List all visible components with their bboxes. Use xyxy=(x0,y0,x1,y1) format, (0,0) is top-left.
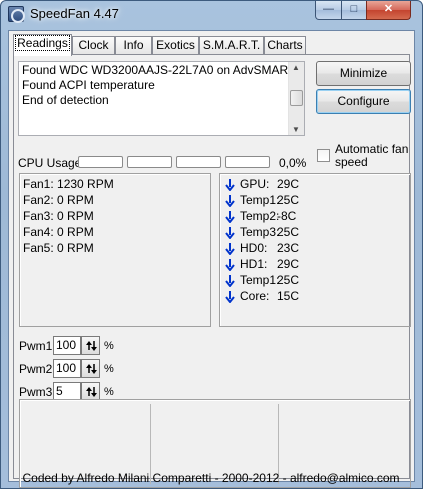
readings-page: Found WDC WD3200AAJS-22L7A0 on AdvSMART … xyxy=(13,54,411,488)
title-bar[interactable]: SpeedFan 4.47 — □ ✕ xyxy=(1,1,422,27)
log-line: Found WDC WD3200AAJS-22L7A0 on AdvSMART xyxy=(22,63,296,77)
pwm1-label: Pwm1: xyxy=(19,339,56,353)
speedfan-window: SpeedFan 4.47 — □ ✕ Readings Clock Info … xyxy=(0,0,423,489)
window-title: SpeedFan 4.47 xyxy=(30,6,119,21)
temperature-value: 15C xyxy=(277,289,300,303)
temperature-reading: Temp2: -8C xyxy=(225,209,405,225)
fan-reading: Fan5: 0 RPM xyxy=(23,241,94,255)
tab-smart[interactable]: S.M.A.R.T. xyxy=(199,36,264,55)
automatic-fan-speed-checkbox[interactable] xyxy=(317,149,330,162)
spin-arrows-icon xyxy=(86,341,97,351)
status-bar: Coded by Alfredo Milani Comparetti - 200… xyxy=(22,471,400,485)
scroll-thumb[interactable] xyxy=(290,90,303,106)
tab-exotics[interactable]: Exotics xyxy=(152,36,199,55)
scroll-up-icon[interactable]: ▲ xyxy=(292,63,300,72)
window-close-button[interactable]: ✕ xyxy=(366,1,411,20)
pwm1-unit: % xyxy=(104,340,114,352)
cpu-usage-bar xyxy=(225,156,270,168)
client-area: Readings Clock Info Exotics S.M.A.R.T. C… xyxy=(8,30,415,488)
temperature-reading: Temp1: 25C xyxy=(225,273,405,289)
temperature-name: GPU: xyxy=(240,177,270,191)
pwm1-input[interactable]: 100 xyxy=(53,336,81,355)
scroll-down-icon[interactable]: ▼ xyxy=(292,125,300,134)
fan-reading: Fan3: 0 RPM xyxy=(23,209,94,223)
arrow-down-icon xyxy=(225,179,235,192)
temperature-value: -8C xyxy=(277,209,297,223)
arrow-down-icon xyxy=(225,291,235,304)
configure-button[interactable]: Configure xyxy=(316,89,411,114)
window-minimize-button[interactable]: — xyxy=(315,1,342,20)
spin-arrows-icon xyxy=(86,387,97,397)
pwm1-spinner[interactable] xyxy=(81,336,100,355)
temperature-value: 25C xyxy=(277,225,300,239)
speedfan-app-icon[interactable] xyxy=(8,6,25,23)
pwm3-label: Pwm3: xyxy=(19,385,56,399)
temperature-reading: Temp3: 25C xyxy=(225,225,405,241)
temperature-value: 29C xyxy=(277,257,300,271)
pwm2-label: Pwm2: xyxy=(19,362,56,376)
temperature-reading: Core: 15C xyxy=(225,289,405,305)
arrow-down-icon xyxy=(225,259,235,272)
temperature-value: 23C xyxy=(277,241,300,255)
temperature-name: Temp1: xyxy=(240,193,280,207)
pwm2-spinner[interactable] xyxy=(81,359,100,378)
cpu-usage-bar xyxy=(127,156,172,168)
detection-log[interactable]: Found WDC WD3200AAJS-22L7A0 on AdvSMART … xyxy=(18,61,305,136)
cpu-usage-label: CPU Usage xyxy=(18,156,82,170)
automatic-fan-speed-label[interactable]: Automatic fan speed xyxy=(335,143,411,169)
temperature-value: 25C xyxy=(277,273,300,287)
temperature-reading: Temp1: 25C xyxy=(225,193,405,209)
temperature-reading: HD1: 29C xyxy=(225,257,405,273)
log-scrollbar[interactable]: ▲ ▼ xyxy=(288,62,304,135)
temperature-name: Temp1: xyxy=(240,273,280,287)
temperature-reading: GPU: 29C xyxy=(225,177,405,193)
window-maximize-button[interactable]: □ xyxy=(341,1,367,20)
temperature-name: Core: xyxy=(240,289,270,303)
temperature-reading: HD0: 23C xyxy=(225,241,405,257)
tab-readings-label: Readings xyxy=(15,35,70,51)
fans-panel: Fan1: 1230 RPM Fan2: 0 RPM Fan3: 0 RPM F… xyxy=(19,173,211,327)
log-line: Found ACPI temperature xyxy=(22,78,155,92)
temperature-value: 29C xyxy=(277,177,300,191)
tab-info[interactable]: Info xyxy=(115,36,152,55)
spin-arrows-icon xyxy=(86,364,97,374)
arrow-down-icon xyxy=(225,275,235,288)
arrow-down-icon xyxy=(225,211,235,224)
pwm2-unit: % xyxy=(104,363,114,375)
log-line: End of detection xyxy=(22,93,109,107)
temperature-value: 25C xyxy=(277,193,300,207)
temperatures-panel: GPU: 29C Temp1: 25C Temp2: -8C Temp3: 25C HD0: 23… xyxy=(219,173,411,327)
cpu-usage-bar xyxy=(176,156,221,168)
tab-charts[interactable]: Charts xyxy=(264,36,306,55)
arrow-down-icon xyxy=(225,243,235,256)
auto-fan-label-line2: speed xyxy=(335,155,368,169)
pwm2-input[interactable]: 100 xyxy=(53,359,81,378)
temperature-name: HD1: xyxy=(240,257,268,271)
arrow-down-icon xyxy=(225,227,235,240)
fan-reading: Fan2: 0 RPM xyxy=(23,193,94,207)
temperature-name: Temp2: xyxy=(240,209,280,223)
tab-readings[interactable]: Readings xyxy=(13,34,72,56)
tab-clock[interactable]: Clock xyxy=(72,36,115,55)
fan-reading: Fan1: 1230 RPM xyxy=(23,177,114,191)
cpu-usage-bar xyxy=(78,156,123,168)
cpu-usage-percent: 0,0% xyxy=(279,156,307,170)
fan-reading: Fan4: 0 RPM xyxy=(23,225,94,239)
temperature-name: Temp3: xyxy=(240,225,280,239)
pwm3-unit: % xyxy=(104,386,114,398)
temperature-name: HD0: xyxy=(240,241,268,255)
minimize-button[interactable]: Minimize xyxy=(316,61,411,86)
arrow-down-icon xyxy=(225,195,235,208)
